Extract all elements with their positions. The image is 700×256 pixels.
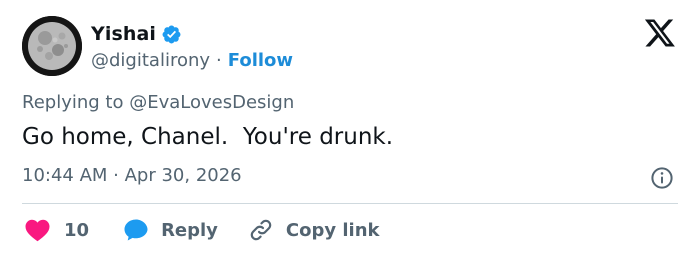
author-name-row: Yishai: [91, 21, 182, 47]
like-count: 10: [64, 219, 90, 241]
moon-avatar-image: [22, 16, 82, 76]
author-name[interactable]: Yishai: [91, 23, 156, 45]
action-bar: 10 Reply Copy link: [24, 214, 380, 246]
avatar[interactable]: [22, 16, 82, 76]
tweet-embed-card: Yishai @digitalirony · Follow Replying t…: [0, 0, 700, 256]
like-button[interactable]: 10: [24, 218, 89, 242]
speech-bubble-icon: [124, 219, 148, 241]
reply-label: Reply: [161, 219, 218, 241]
verified-badge-icon: [162, 25, 181, 43]
replying-to: Replying to @EvaLovesDesign: [22, 92, 295, 113]
info-icon[interactable]: [650, 166, 674, 190]
heart-icon: [25, 219, 50, 242]
copy-link-label: Copy link: [285, 219, 380, 241]
divider: [22, 203, 678, 204]
author-handle[interactable]: @digitalirony: [91, 50, 210, 71]
author-handle-row: @digitalirony · Follow: [91, 47, 293, 73]
tweet-timestamp[interactable]: 10:44 AM · Apr 30, 2026: [22, 165, 242, 186]
tweet-text: Go home, Chanel. You're drunk.: [22, 124, 394, 150]
follow-button[interactable]: Follow: [228, 50, 293, 71]
x-logo-icon[interactable]: [645, 19, 675, 47]
copy-link-button[interactable]: Copy link: [248, 217, 380, 243]
link-icon: [250, 219, 272, 241]
separator-dot: ·: [216, 49, 222, 71]
reply-button[interactable]: Reply: [123, 218, 218, 242]
